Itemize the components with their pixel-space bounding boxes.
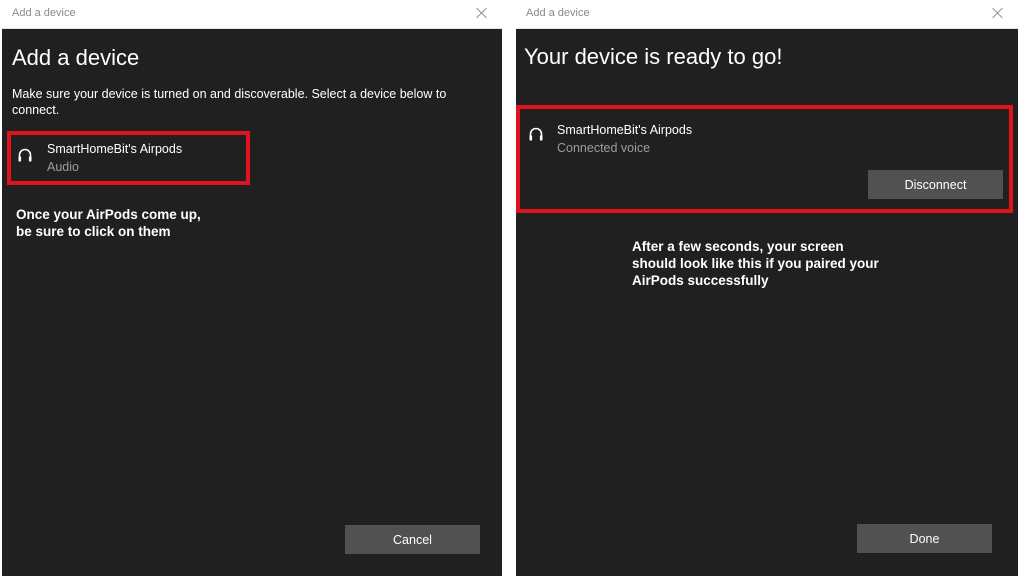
window-title: Add a device [12,7,76,19]
annotation-line: Once your AirPods come up, [16,207,201,222]
done-button[interactable]: Done [857,524,992,553]
annotation-line: should look like this if you paired your [632,256,879,271]
close-icon[interactable] [988,3,1008,23]
annotation-note: After a few seconds, your screen should … [632,238,902,289]
headphones-icon [18,148,32,162]
instructions-text: Make sure your device is turned on and d… [12,87,447,117]
annotation-line: After a few seconds, your screen [632,239,844,254]
page-title: Your device is ready to go! [524,44,783,69]
add-device-dialog-left: Add a device Add a device Make sure your… [2,0,502,576]
title-bar: Add a device [2,0,502,29]
annotation-note: Once your AirPods come up, be sure to cl… [16,206,256,240]
title-bar: Add a device [516,0,1018,29]
cancel-button[interactable]: Cancel [345,525,480,554]
page-title: Add a device [12,45,140,70]
add-device-dialog-right: Add a device Your device is ready to go!… [516,0,1018,576]
device-type: Audio [47,160,79,174]
headphones-icon [529,127,543,141]
annotation-line: AirPods successfully [632,273,769,288]
device-item-airpods[interactable]: SmartHomeBit's Airpods Audio [7,131,250,185]
device-name: SmartHomeBit's Airpods [557,123,693,137]
disconnect-button[interactable]: Disconnect [868,170,1003,199]
device-item-airpods: SmartHomeBit's Airpods Connected voice D… [516,105,1013,213]
close-icon[interactable] [472,3,492,23]
annotation-line: be sure to click on them [16,224,171,239]
window-title: Add a device [526,7,590,19]
device-status: Connected voice [557,141,651,155]
device-name: SmartHomeBit's Airpods [47,142,183,156]
